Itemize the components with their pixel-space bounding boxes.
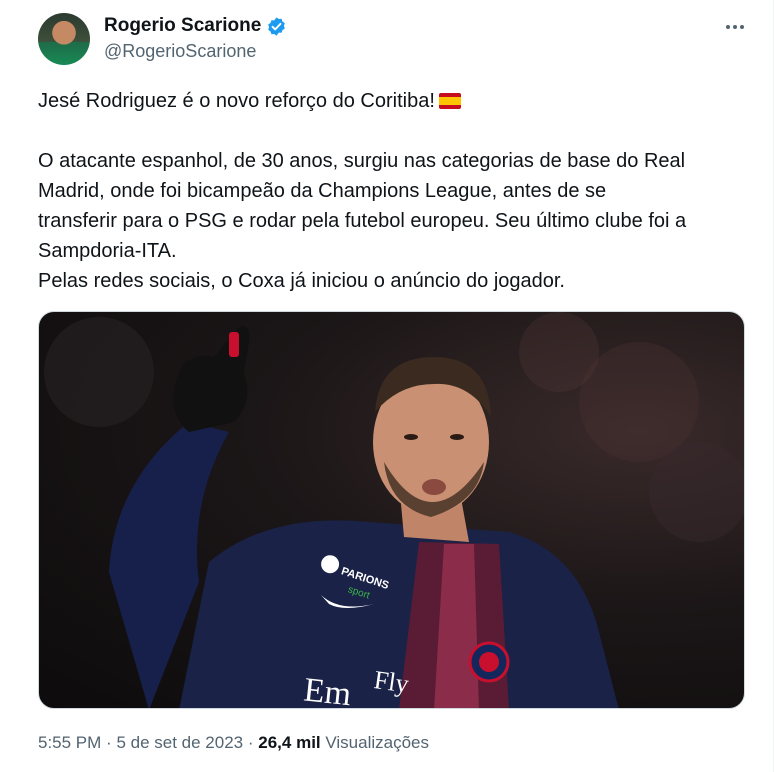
player-photo-illustration: PARIONS sport Em Fly (44, 312, 744, 709)
views-count: 26,4 mil (258, 733, 321, 752)
more-options-icon[interactable] (722, 14, 748, 40)
avatar[interactable] (38, 13, 90, 65)
views-label: Visualizações (325, 733, 430, 752)
tweet-meta: 5:55 PM · 5 de set de 2023 · 26,4 mil Vi… (38, 733, 429, 753)
author-handle[interactable]: @RogerioScarione (104, 41, 256, 62)
text-line: Sampdoria-ITA. (38, 240, 177, 262)
svg-text:Fly: Fly (372, 665, 410, 699)
svg-text:Em: Em (302, 671, 353, 709)
tweet-text: Jesé Rodriguez é o novo reforço do Corit… (38, 86, 758, 296)
text-line: Pelas redes sociais, o Coxa já iniciou o… (38, 270, 565, 292)
text-line: Jesé Rodriguez é o novo reforço do Corit… (38, 90, 435, 112)
tweet-photo[interactable]: PARIONS sport Em Fly (38, 311, 745, 709)
author-name[interactable]: Rogerio Scarione (104, 15, 261, 37)
post-date[interactable]: 5 de set de 2023 (116, 733, 243, 752)
text-line: transferir para o PSG e rodar pela futeb… (38, 210, 687, 232)
post-time[interactable]: 5:55 PM (38, 733, 101, 752)
author-row: Rogerio Scarione (104, 15, 287, 37)
meta-separator: · (106, 733, 112, 752)
text-line: O atacante espanhol, de 30 anos, surgiu … (38, 150, 686, 172)
spain-flag-icon (438, 93, 461, 109)
verified-badge-icon (268, 16, 286, 36)
tweet-card: Rogerio Scarione @RogerioScarione Jesé R… (0, 0, 774, 772)
meta-separator: · (247, 733, 254, 752)
text-line: Madrid, onde foi bicampeão da Champions … (38, 180, 607, 202)
